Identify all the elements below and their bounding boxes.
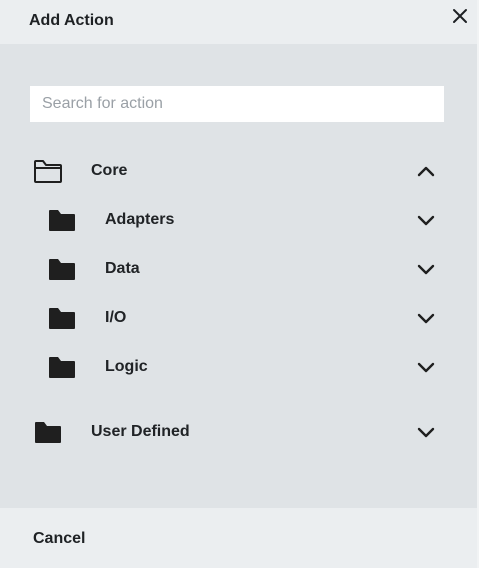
- chevron-down-icon[interactable]: [416, 425, 436, 439]
- cancel-button[interactable]: Cancel: [33, 530, 85, 548]
- tree-item-adapters[interactable]: Adapters: [0, 201, 477, 241]
- tree-item-user-defined[interactable]: User Defined: [0, 413, 477, 453]
- tree-item-io[interactable]: I/O: [0, 299, 477, 339]
- dialog-header: Add Action: [0, 0, 477, 44]
- tree-item-logic[interactable]: Logic: [0, 348, 477, 388]
- chevron-up-icon[interactable]: [416, 164, 436, 178]
- tree-item-label: Data: [105, 260, 140, 277]
- folder-icon: [33, 419, 63, 445]
- folder-icon: [47, 354, 77, 380]
- tree-item-label: I/O: [105, 309, 127, 326]
- folder-icon: [47, 256, 77, 282]
- chevron-down-icon[interactable]: [416, 360, 436, 374]
- folder-icon: [47, 305, 77, 331]
- tree-item-label: Core: [91, 162, 128, 179]
- tree-item-label: Adapters: [105, 211, 175, 228]
- dialog-footer: Cancel: [0, 508, 477, 568]
- folder-open-icon: [33, 158, 63, 184]
- chevron-down-icon[interactable]: [416, 262, 436, 276]
- tree-item-label: User Defined: [91, 423, 190, 440]
- chevron-down-icon[interactable]: [416, 213, 436, 227]
- add-action-dialog: Add Action Core Adapters: [0, 0, 479, 568]
- dialog-title: Add Action: [29, 12, 114, 29]
- close-icon[interactable]: [449, 5, 471, 27]
- tree-item-data[interactable]: Data: [0, 250, 477, 290]
- search-input[interactable]: [30, 86, 444, 122]
- chevron-down-icon[interactable]: [416, 311, 436, 325]
- tree-item-label: Logic: [105, 358, 148, 375]
- tree-item-core[interactable]: Core: [0, 152, 477, 192]
- folder-icon: [47, 207, 77, 233]
